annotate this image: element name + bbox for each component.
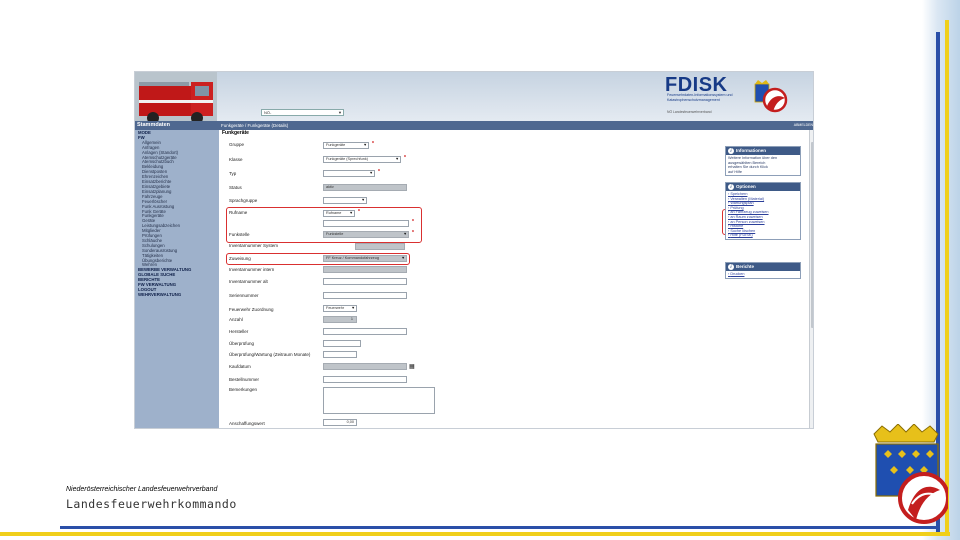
- inv-intern-field: [323, 266, 407, 273]
- feuerwehr-select[interactable]: Feuerwehr: [323, 305, 357, 312]
- sprachgruppe-select[interactable]: [323, 197, 367, 204]
- options-panel-title: Optionen: [726, 183, 800, 191]
- gruppe-required-mark: *: [372, 141, 374, 147]
- klasse-label: Klasse: [229, 157, 243, 162]
- mode-label[interactable]: Stammdaten: [137, 121, 170, 130]
- app-subtitle-1: Feuerwehrdaten-Informationssystem und: [667, 93, 733, 97]
- reports-panel-body: Drucken: [726, 271, 800, 278]
- calendar-icon[interactable]: ▦: [409, 363, 415, 370]
- anschaffungswert-input[interactable]: 0,00: [323, 419, 357, 426]
- info-panel: Informationen Weitere Information über d…: [725, 146, 801, 177]
- app-small-note: NÖ Landesfeuerwehrverband: [667, 110, 712, 114]
- fdisk-crest-icon: [754, 80, 788, 113]
- options-panel-body: SpeichernVerwalten (Material)Wartungspla…: [726, 191, 800, 239]
- info-panel-title: Informationen: [726, 147, 800, 155]
- sprachgruppe-label: Sprachgruppe: [229, 198, 258, 203]
- inv-alt-input[interactable]: [323, 278, 407, 285]
- bemerkungen-label: Bemerkungen: [229, 387, 258, 392]
- typ-label: Typ: [229, 171, 237, 176]
- inv-system-field: [355, 243, 405, 250]
- slide-yellow-horizontal-bar: [0, 532, 950, 536]
- funkstelle-label: Funkstelle: [229, 232, 250, 237]
- typ-select[interactable]: [323, 170, 375, 177]
- app-subtitle-2: Katastrophenschutzmanagement: [667, 98, 720, 102]
- ueberpruefung-zeitraum-input[interactable]: [323, 351, 357, 358]
- bemerkungen-textarea[interactable]: [323, 387, 435, 414]
- klasse-required-mark: *: [404, 155, 406, 161]
- ueberpruefung-label: Überprüfung: [229, 341, 255, 346]
- anzahl-label: Anzahl: [229, 317, 243, 322]
- inv-system-label: Inventarnummer System: [229, 243, 279, 248]
- user-select[interactable]: NÖ-: [261, 109, 344, 116]
- info-panel-body: Weitere Information über den ausgewählten…: [726, 155, 800, 175]
- funkstelle-required-mark: *: [412, 230, 414, 236]
- reports-panel-title: Berichte: [726, 263, 800, 271]
- info-panel-line: auf Hilfe: [728, 169, 742, 174]
- footer-organization: Niederösterreichischer Landesfeuerwehrve…: [66, 486, 218, 493]
- footer-command: Landesfeuerwehrkommando: [66, 497, 237, 511]
- options-panel: Optionen SpeichernVerwalten (Material)Wa…: [725, 182, 801, 240]
- rufname-label: Rufname: [229, 210, 248, 215]
- rufname-input-required-mark: *: [412, 219, 414, 225]
- status-field: aktiv: [323, 184, 407, 191]
- funkstelle-select[interactable]: Funkstelle: [323, 231, 409, 238]
- main-content: Funkgeräte Gruppe Funkgeräte * Klasse Fu…: [221, 130, 809, 428]
- seriennummer-label: Seriennummer: [229, 293, 259, 298]
- rufname-input[interactable]: [323, 220, 409, 227]
- status-label: Status: [229, 185, 242, 190]
- report-link[interactable]: Drucken: [728, 272, 798, 277]
- kaufdatum-field: [323, 363, 407, 370]
- rufname-required-mark: *: [358, 209, 360, 215]
- inv-alt-label: Inventarnummer alt: [229, 279, 268, 284]
- rufname-select[interactable]: Rufname: [323, 210, 355, 217]
- option-link[interactable]: Hilfe (FDISK): [728, 233, 798, 238]
- bestellnummer-label: Bestellnummer: [229, 377, 260, 382]
- sidebar-menu: MODE FW Allgemein Anfragen Anlagen (Standort…: [135, 130, 219, 428]
- slide-blue-horizontal-bar: [60, 526, 940, 529]
- anschaffungswert-label: Anschaffungswert: [229, 421, 265, 426]
- vertical-scrollbar[interactable]: [809, 130, 813, 428]
- zuweisung-select[interactable]: FF Kreuz / Kommandofahrzeug: [323, 255, 407, 262]
- fdisk-screenshot: NÖ- FDISK Feuerwehrdaten-Informationssys…: [134, 71, 814, 429]
- logout-link[interactable]: ABMELDEN: [794, 121, 813, 130]
- sidebar-item[interactable]: WEHRVERWALTUNG: [138, 292, 216, 298]
- feuerwehr-label: Feuerwehr Zuordnung: [229, 307, 274, 312]
- breadcrumb: Funkgeräte / Funkgeräte (Details): [221, 123, 289, 128]
- anzahl-field: 1: [323, 316, 357, 323]
- seriennummer-input[interactable]: [323, 292, 407, 299]
- page-title: Funkgeräte: [222, 130, 249, 136]
- zuweisung-label: Zuweisung: [229, 256, 251, 261]
- gruppe-select[interactable]: Funkgeräte: [323, 142, 369, 149]
- inv-intern-label: Inventarnummer intern: [229, 267, 275, 272]
- scrollbar-thumb[interactable]: [811, 142, 813, 328]
- noe-feuerwehr-logo-icon: [873, 424, 948, 524]
- ueberpruefung-zeitraum-label: Überprüfung/Wartung (Zeitraum Monate): [229, 352, 311, 357]
- bestellnummer-input[interactable]: [323, 376, 407, 383]
- nav-strip: Stammdaten Funkgeräte / Funkgeräte (Deta…: [135, 121, 813, 130]
- hersteller-label: Hersteller: [229, 329, 249, 334]
- typ-required-mark: *: [378, 169, 380, 175]
- klasse-select[interactable]: Funkgeräte (Sprechfunk): [323, 156, 401, 163]
- reports-panel: Berichte Drucken: [725, 262, 801, 279]
- kaufdatum-label: Kaufdatum: [229, 364, 251, 369]
- hersteller-input[interactable]: [323, 328, 407, 335]
- gruppe-label: Gruppe: [229, 142, 245, 147]
- ueberpruefung-input[interactable]: [323, 340, 361, 347]
